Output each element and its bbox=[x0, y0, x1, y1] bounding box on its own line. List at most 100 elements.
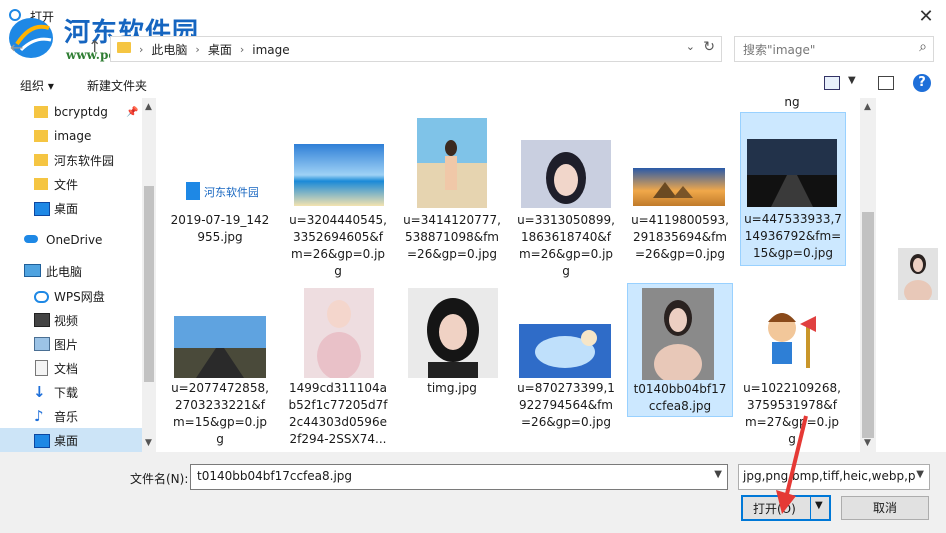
search-input[interactable]: 搜索"image" ⌕ bbox=[734, 36, 934, 62]
sidebar-item-label: 此电脑 bbox=[46, 264, 83, 279]
file-name: g bbox=[216, 432, 224, 446]
sidebar-item-label: 下载 bbox=[54, 385, 79, 400]
desktop-icon bbox=[34, 202, 50, 216]
breadcrumb-item[interactable]: image bbox=[252, 43, 289, 57]
sidebar-item-label: 文档 bbox=[54, 361, 79, 376]
close-icon: ✕ bbox=[918, 5, 934, 27]
file-name: 1499cd311104a bbox=[289, 381, 387, 395]
file-item[interactable]: u=3414120777, 538871098&fm =26&gp=0.jpg bbox=[400, 118, 504, 268]
file-name: m=26&gp=0.jp bbox=[290, 247, 386, 261]
search-icon: ⌕ bbox=[919, 39, 927, 55]
sidebar-item-this-pc[interactable]: 此电脑 bbox=[0, 259, 142, 283]
file-thumbnail: 河东软件园 bbox=[182, 176, 258, 206]
preview-pane-icon[interactable] bbox=[878, 76, 894, 90]
sidebar-item-hedong[interactable]: 河东软件园 bbox=[0, 148, 142, 172]
file-thumbnail bbox=[304, 288, 374, 378]
address-bar[interactable]: › 此电脑 › 桌面 › image ⌄ ↻ bbox=[110, 36, 722, 62]
sidebar-item-desktop-quick[interactable]: 桌面 bbox=[0, 196, 142, 220]
close-button[interactable]: ✕ bbox=[906, 0, 946, 32]
file-item[interactable]: 1499cd311104a b52f1c77205d7f 2c44303d059… bbox=[286, 286, 390, 446]
filename-input[interactable]: t0140bb04bf17ccfea8.jpg ▼ bbox=[190, 464, 728, 490]
music-icon: ♪ bbox=[34, 407, 44, 425]
file-item[interactable]: u=4119800593, 291835694&fm =26&gp=0.jpg bbox=[628, 118, 732, 268]
annotation-arrow bbox=[776, 415, 808, 514]
folder-icon bbox=[34, 130, 48, 142]
file-name: 291835694&fm bbox=[633, 230, 727, 244]
sidebar-item-music[interactable]: ♪ 音乐 bbox=[0, 404, 142, 428]
file-name: u=447533933,7 bbox=[744, 212, 842, 226]
sidebar-item-label: bcryptdg bbox=[54, 105, 108, 119]
sidebar-item-label: OneDrive bbox=[46, 233, 103, 247]
file-name: m=15&gp=0.jp bbox=[172, 415, 268, 429]
sidebar-item-label: WPS网盘 bbox=[54, 289, 105, 304]
filename-value: t0140bb04bf17ccfea8.jpg bbox=[197, 469, 353, 483]
file-item[interactable]: u=2077472858, 2703233221&f m=15&gp=0.jp … bbox=[168, 286, 272, 446]
sidebar-item-downloads[interactable]: ↓ 下载 bbox=[0, 380, 142, 404]
cancel-button[interactable]: 取消 bbox=[841, 496, 929, 520]
file-item[interactable]: u=3313050899, 1863618740&f m=26&gp=0.jp … bbox=[514, 118, 618, 278]
chevron-down-icon[interactable]: ⌄ bbox=[686, 40, 695, 53]
file-list: ng 河东软件园 2019-07-19_142 955.jpg u=320444… bbox=[160, 98, 858, 452]
file-name: g bbox=[334, 264, 342, 278]
sidebar-item-label: 图片 bbox=[54, 337, 79, 352]
sidebar-item-onedrive[interactable]: OneDrive bbox=[0, 228, 142, 252]
view-dropdown-icon[interactable]: ▼ bbox=[848, 75, 856, 86]
sidebar-item-label: 音乐 bbox=[54, 409, 79, 424]
file-list-scroll-thumb[interactable] bbox=[862, 212, 874, 438]
organize-button[interactable]: 组织 ▾ bbox=[20, 77, 54, 94]
back-arrow-icon[interactable]: ← bbox=[10, 38, 30, 58]
sidebar-scroll-thumb[interactable] bbox=[144, 186, 154, 382]
folder-icon bbox=[34, 106, 48, 118]
file-thumbnail bbox=[747, 139, 837, 207]
sidebar-item-wps[interactable]: WPS网盘 bbox=[0, 284, 142, 308]
sidebar-item-files[interactable]: 文件 bbox=[0, 172, 142, 196]
file-name: u=870273399,1 bbox=[517, 381, 615, 395]
sidebar-item-documents[interactable]: 文档 bbox=[0, 356, 142, 380]
preview-image bbox=[898, 248, 938, 300]
scroll-up-icon[interactable]: ▲ bbox=[145, 102, 152, 112]
sidebar-item-label: 桌面 bbox=[54, 433, 79, 448]
file-name: 1863618740&f bbox=[521, 230, 611, 244]
pin-icon[interactable]: 📌 bbox=[126, 107, 138, 118]
chevron-right-icon: › bbox=[139, 43, 144, 56]
folder-icon bbox=[34, 178, 48, 190]
file-item[interactable]: 河东软件园 2019-07-19_142 955.jpg bbox=[168, 118, 272, 268]
file-item[interactable]: timg.jpg bbox=[400, 286, 504, 446]
chevron-down-icon[interactable]: ▼ bbox=[714, 469, 722, 480]
help-icon[interactable]: ? bbox=[913, 74, 931, 92]
scroll-up-icon[interactable]: ▲ bbox=[864, 102, 871, 112]
sidebar-item-desktop[interactable]: 桌面 bbox=[0, 428, 142, 452]
file-name: 955.jpg bbox=[197, 230, 243, 244]
file-name: 15&gp=0.jpg bbox=[753, 246, 833, 260]
file-thumbnail bbox=[754, 304, 830, 378]
file-thumbnail bbox=[408, 288, 498, 378]
download-icon: ↓ bbox=[33, 383, 46, 401]
file-name: timg.jpg bbox=[427, 381, 477, 395]
chevron-down-icon[interactable]: ▼ bbox=[916, 469, 924, 480]
toolbar: 组织 ▾ 新建文件夹 ▼ ? bbox=[0, 70, 946, 98]
file-item[interactable]: u=3204440545, 3352694605&f m=26&gp=0.jp … bbox=[286, 118, 390, 278]
search-placeholder: 搜索"image" bbox=[743, 43, 816, 57]
file-name: 538871098&fm bbox=[405, 230, 499, 244]
view-mode-icon[interactable] bbox=[824, 76, 840, 90]
computer-icon bbox=[24, 264, 41, 277]
file-name: 2019-07-19_142 bbox=[170, 213, 270, 227]
sidebar-item-image[interactable]: image bbox=[0, 124, 142, 148]
breadcrumb-item[interactable]: 桌面 bbox=[208, 41, 232, 58]
sidebar-item-bcryptdg[interactable]: bcryptdg 📌 bbox=[0, 100, 142, 124]
new-folder-button[interactable]: 新建文件夹 bbox=[87, 77, 147, 94]
file-item[interactable]: t0140bb04bf17 ccfea8.jpg bbox=[627, 283, 733, 417]
file-item[interactable]: u=447533933,7 14936792&fm= 15&gp=0.jpg bbox=[740, 112, 846, 266]
folder-icon bbox=[117, 42, 131, 53]
file-thumbnail bbox=[519, 324, 611, 378]
sidebar-item-videos[interactable]: 视频 bbox=[0, 308, 142, 332]
file-item[interactable]: ng bbox=[740, 98, 844, 109]
file-item[interactable]: u=870273399,1 922794564&fm =26&gp=0.jpg bbox=[514, 286, 618, 446]
scroll-down-icon[interactable]: ▼ bbox=[145, 438, 152, 448]
filename-label: 文件名(N): bbox=[130, 472, 189, 486]
up-arrow-icon[interactable]: ↑ bbox=[88, 37, 108, 57]
scroll-down-icon[interactable]: ▼ bbox=[864, 438, 871, 448]
breadcrumb-item[interactable]: 此电脑 bbox=[151, 41, 187, 58]
refresh-icon[interactable]: ↻ bbox=[703, 39, 715, 55]
sidebar-item-pictures[interactable]: 图片 bbox=[0, 332, 142, 356]
